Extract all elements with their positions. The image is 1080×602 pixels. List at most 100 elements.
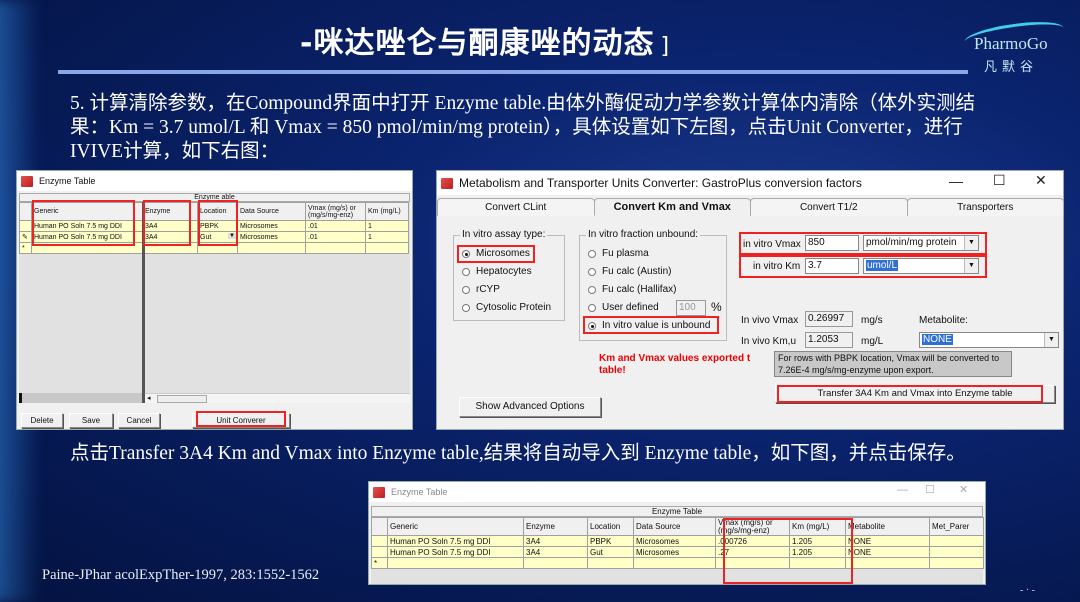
dropdown-arrow-icon[interactable]: ▼ [1044, 333, 1058, 347]
col-met-parent[interactable]: Met_Parer [929, 517, 984, 536]
edit-pencil-icon[interactable]: ✎ [19, 231, 32, 243]
cell-data-source[interactable]: Microsomes [633, 535, 716, 547]
page-indicator: - · - [1020, 585, 1035, 596]
radio-rcyp[interactable]: rCYP [462, 284, 500, 295]
close-icon[interactable]: ✕ [959, 483, 968, 496]
row-selector [371, 517, 388, 536]
table-row[interactable]: Human PO Soln 7.5 mg DDI 3A4 Gut Microso… [371, 546, 984, 558]
cell-data-source[interactable]: Microsomes [237, 220, 306, 232]
col-data-source[interactable]: Data Source [237, 202, 306, 221]
metabolite-select[interactable]: NONE ▼ [919, 332, 1059, 348]
tab-convert-t-half[interactable]: Convert T1/2 [750, 198, 908, 216]
cell-generic[interactable]: Human PO Soln 7.5 mg DDI [387, 546, 524, 558]
enzyme-table-window-left: Enzyme Table Enzyme able Generic Enzyme … [16, 170, 413, 430]
logo-text-en: PharmoGo [974, 34, 1048, 53]
enzyme-result-table: Generic Enzyme Location Data Source Vmax… [371, 517, 984, 569]
col-enzyme[interactable]: Enzyme [523, 517, 588, 536]
radio-label: rCYP [476, 284, 500, 295]
citation: Paine-JPhar acolExpTher-1997, 283:1552-1… [42, 567, 320, 583]
radio-label: Fu plasma [602, 248, 649, 259]
row-selector[interactable] [371, 535, 388, 547]
cell-vmax[interactable]: .01 [305, 220, 366, 232]
scroll-thumb[interactable] [157, 395, 207, 403]
title-divider [58, 70, 968, 74]
highlight-vmax-row [739, 232, 987, 255]
slide-title: -咪达唑仑与酮康唑的动态] [300, 26, 671, 61]
radio-label: Fu calc (Austin) [602, 266, 672, 277]
radio-fu-plasma[interactable]: Fu plasma [588, 248, 649, 259]
minimize-icon[interactable]: — [897, 484, 908, 496]
percent-label: % [711, 300, 722, 314]
radio-hepatocytes[interactable]: Hepatocytes [462, 266, 532, 277]
cell-enzyme[interactable]: 3A4 [523, 535, 588, 547]
horizontal-scrollbar[interactable]: ◂ [145, 393, 410, 403]
tab-convert-clint[interactable]: Convert CLint [437, 198, 595, 216]
delete-button[interactable]: Delete [21, 413, 63, 428]
table-row[interactable]: Human PO Soln 7.5 mg DDI 3A4 PBPK Micros… [371, 535, 984, 547]
col-generic[interactable]: Generic [387, 517, 524, 536]
show-advanced-options-button[interactable]: Show Advanced Options [459, 397, 601, 417]
frozen-scrollbar[interactable] [19, 393, 142, 403]
titlebar: Enzyme Table [17, 171, 412, 191]
highlight-unit-converter [196, 411, 286, 427]
cell-metabolite[interactable]: NONE [845, 535, 930, 547]
new-row-marker-icon: * [19, 242, 32, 254]
col-metabolite[interactable]: Metabolite [845, 517, 930, 536]
scroll-left-arrow-icon[interactable]: ◂ [147, 394, 151, 402]
save-button[interactable]: Save [69, 413, 113, 428]
highlight-generic [32, 200, 135, 246]
cell-metabolite[interactable]: NONE [845, 546, 930, 558]
close-icon[interactable]: ✕ [1035, 172, 1047, 189]
radio-fu-calc-austin[interactable]: Fu calc (Austin) [588, 266, 671, 277]
metabolite-label: Metabolite: [919, 315, 968, 326]
fu-legend: In vitro fraction unbound: [586, 229, 701, 240]
radio-cytosolic-protein[interactable]: Cytosolic Protein [462, 302, 551, 313]
cell-location[interactable]: Gut [587, 546, 634, 558]
maximize-icon[interactable]: ☐ [925, 483, 935, 496]
radio-fu-calc-hallifax[interactable]: Fu calc (Hallifax) [588, 284, 676, 295]
row-selector [19, 202, 32, 221]
cell-km[interactable]: 1 [365, 220, 409, 232]
cell-met-parent[interactable] [929, 546, 984, 558]
user-defined-fu-input[interactable]: 100 [676, 300, 706, 316]
cell-data-source[interactable]: Microsomes [633, 546, 716, 558]
highlight-location [198, 200, 238, 246]
grid-caption: Enzyme Table [371, 506, 983, 517]
app-icon [373, 486, 385, 498]
cell-met-parent[interactable] [929, 535, 984, 547]
cell-generic[interactable]: Human PO Soln 7.5 mg DDI [387, 535, 524, 547]
in-vivo-vmax-unit: mg/s [861, 315, 883, 326]
row-selector[interactable] [371, 546, 388, 558]
highlight-transfer-button [777, 385, 1043, 403]
assay-type-legend: In vitro assay type: [460, 229, 548, 240]
enzyme-grid: Enzyme Table Generic Enzyme Location Dat… [371, 506, 984, 584]
radio-label: User defined [602, 302, 659, 313]
radio-dot-icon [462, 285, 470, 294]
col-km[interactable]: Km (mg/L) [365, 202, 409, 221]
new-row[interactable]: * [371, 557, 984, 569]
highlight-km-row [739, 255, 987, 278]
highlight-enzyme [143, 200, 191, 246]
cell-enzyme[interactable]: 3A4 [523, 546, 588, 558]
instruction-paragraph-1: 5. 计算清除参数，在Compound界面中打开 Enzyme table.由体… [70, 93, 976, 162]
tab-transporters[interactable]: Transporters [906, 198, 1064, 216]
cancel-button[interactable]: Cancel [118, 413, 160, 428]
cell-data-source[interactable]: Microsomes [237, 231, 306, 243]
tab-convert-km-vmax[interactable]: Convert Km and Vmax [593, 198, 751, 216]
col-data-source[interactable]: Data Source [633, 517, 716, 536]
cell-vmax[interactable]: .01 [305, 231, 366, 243]
maximize-icon[interactable]: ☐ [993, 172, 1006, 189]
new-row-marker-icon: * [371, 557, 388, 569]
cell-km[interactable]: 1 [365, 231, 409, 243]
minimize-icon[interactable]: — [949, 173, 963, 189]
radio-label: Cytosolic Protein [476, 302, 552, 313]
col-location[interactable]: Location [587, 517, 634, 536]
col-vmax[interactable]: Vmax (mg/s) or (mg/s/mg-enz) [305, 202, 366, 221]
cell-location[interactable]: PBPK [587, 535, 634, 547]
row-selector[interactable] [19, 220, 32, 232]
radio-user-defined[interactable]: User defined [588, 302, 659, 313]
radio-dot-icon [462, 267, 470, 276]
window-title: Enzyme Table [39, 176, 96, 186]
in-vivo-vmax-label: In vivo Vmax [741, 315, 799, 326]
radio-dot-icon [588, 285, 596, 294]
